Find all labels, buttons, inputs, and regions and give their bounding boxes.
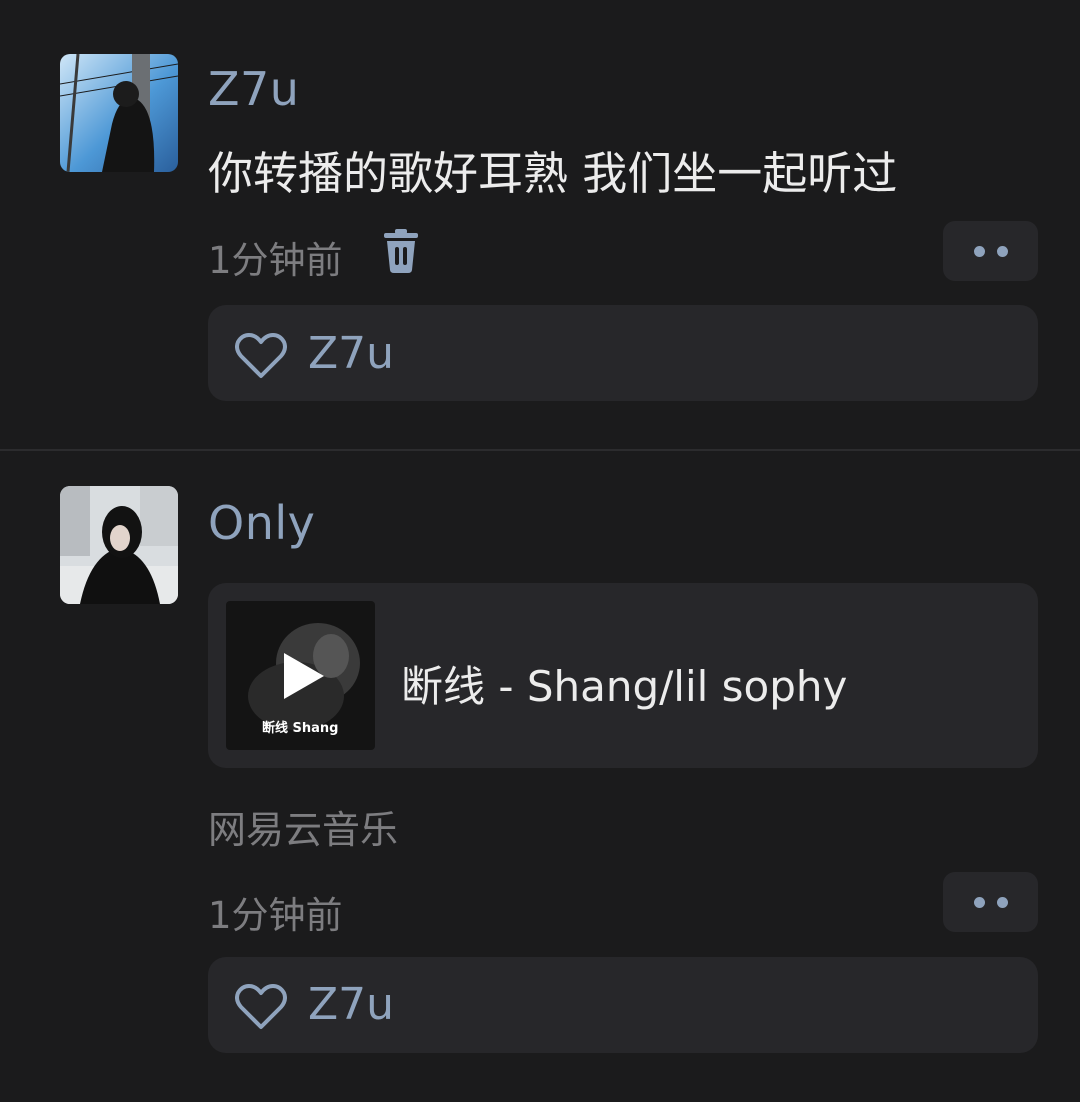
feed-post: Only 断线 Shang 断线 - Shang/lil sophy 网易云音乐… <box>0 451 1080 1102</box>
post-text: 你转播的歌好耳熟 我们坐一起听过 <box>208 147 898 200</box>
post-timestamp: 1分钟前 <box>208 239 343 282</box>
avatar[interactable] <box>60 54 178 172</box>
avatar[interactable] <box>60 486 178 604</box>
post-author-name[interactable]: Z7u <box>208 62 299 116</box>
more-dots-icon <box>996 245 1008 257</box>
heart-outline-icon[interactable] <box>235 983 287 1031</box>
more-options-button[interactable] <box>943 872 1038 932</box>
liker-name[interactable]: Z7u <box>308 328 394 379</box>
share-source: 网易云音乐 <box>208 808 399 852</box>
liker-name[interactable]: Z7u <box>308 979 394 1030</box>
heart-outline-icon[interactable] <box>235 332 287 380</box>
post-author-name[interactable]: Only <box>208 496 315 550</box>
post-timestamp: 1分钟前 <box>208 894 343 937</box>
feed-post: Z7u 你转播的歌好耳熟 我们坐一起听过 1分钟前 Z7u <box>0 0 1080 449</box>
more-options-button[interactable] <box>943 221 1038 281</box>
more-dots-icon <box>996 896 1008 908</box>
trash-icon[interactable] <box>383 229 419 273</box>
cover-text: 断线 Shang <box>262 720 338 736</box>
song-card[interactable]: 断线 Shang 断线 - Shang/lil sophy <box>208 583 1038 768</box>
album-cover[interactable]: 断线 Shang <box>226 601 375 750</box>
more-dots-icon <box>973 896 985 908</box>
more-dots-icon <box>973 245 985 257</box>
song-title: 断线 - Shang/lil sophy <box>401 662 848 711</box>
